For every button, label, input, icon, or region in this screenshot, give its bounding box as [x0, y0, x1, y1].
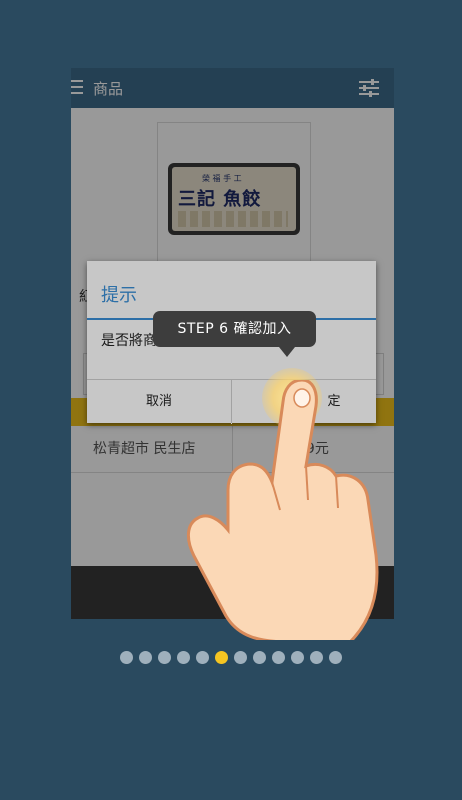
page-dot[interactable] [120, 651, 133, 664]
page-dot[interactable] [329, 651, 342, 664]
page-dot[interactable] [196, 651, 209, 664]
dialog-title: 提示 [101, 285, 137, 306]
page-dot-active[interactable] [215, 651, 228, 664]
page-dot[interactable] [139, 651, 152, 664]
pointing-hand-icon [187, 380, 379, 640]
page-dot[interactable] [234, 651, 247, 664]
page-dot[interactable] [310, 651, 323, 664]
page-indicator [0, 647, 462, 664]
page-dot[interactable] [291, 651, 304, 664]
page-dot[interactable] [158, 651, 171, 664]
page-dot[interactable] [253, 651, 266, 664]
page-dot[interactable] [272, 651, 285, 664]
step-tooltip: STEP 6 確認加入 [153, 311, 316, 357]
page-dot[interactable] [177, 651, 190, 664]
